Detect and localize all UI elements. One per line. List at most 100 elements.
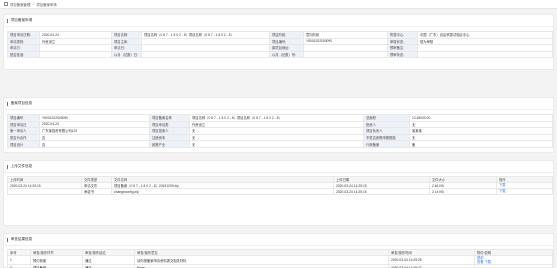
filing-info-value: Y5001202000090 — [39, 114, 150, 122]
attachments-title: 上传文件信息 — [4, 161, 553, 173]
basic-info-label: 项目名称: — [111, 31, 142, 39]
review-row: 1 预约到案 通过 请你按备案申请资料提交相关材料 2020-03-04 14:25:2… — [7, 254, 553, 266]
filing-info-label: 项目设计 — [7, 140, 40, 148]
filing-info-label: 行政备案 — [363, 140, 410, 148]
home-icon[interactable] — [4, 2, 8, 6]
basic-info-label: 预审备注: — [387, 44, 418, 52]
attachment-row: 承诺书 changeconfig.zip 2020-03-24 14:25:15 2.… — [7, 188, 553, 195]
review-cell: 2020-03-04 14:25:25 — [388, 254, 475, 266]
filing-info-row: 项目编号 Y5001202000090 项目备案名称 项目名称（0 8 7 - 1 8… — [7, 114, 553, 122]
download-link[interactable]: 查看 下载 — [477, 260, 491, 264]
basic-info-value — [141, 44, 270, 52]
review-cell: 请你按备案申请资料提交相关材料 — [134, 254, 389, 266]
basic-info-value — [39, 50, 112, 59]
filing-info-row: 是否为合作否注册资本无不是否参照申报框架无 — [7, 133, 553, 142]
filing-info-label: 项目负责人 — [363, 127, 410, 135]
filing-info-value: 无 — [189, 127, 364, 135]
basic-info-value: Y5001202000090 — [303, 37, 388, 46]
basic-info-table: 项目申请日期: 2020-04-24 项目名称: 项目名称（0 8 7 - 1 8 0… — [7, 31, 553, 59]
basic-info-value: 项目名称（0 8 7 - 1 8 0 2 - 8）项目名称（0 8 7 - 1 … — [141, 31, 270, 39]
basic-info-label: 项目阶段: — [269, 31, 304, 39]
basic-info-label: 项目编号: — [269, 37, 304, 46]
basic-info-label: 申请方: — [7, 44, 40, 52]
filing-info-row: 第一申请人 广东某投资有限公司123 项目投资人无项目负责人 某某某 — [7, 127, 553, 135]
filing-info-value: 否 — [39, 140, 150, 148]
basic-info-label: 以月（记数）日: — [111, 50, 142, 59]
attachments-table: 上传时间 文件类型 文件名称 上传日期 文件大小 操作 2020-03-24 14:25:… — [7, 176, 553, 195]
filing-info-label: 总面积 — [363, 114, 410, 122]
basic-info-label: 原项目地址: — [269, 44, 304, 52]
attachment-cell: 2.14 KB — [429, 188, 497, 195]
basic-info-value — [417, 50, 553, 59]
attachment-cell: 承诺书 — [81, 188, 112, 195]
filing-info-label: 注册资本 — [149, 133, 190, 142]
title-accent — [7, 237, 9, 242]
basic-info-label: 以月（记数）号: — [269, 50, 304, 59]
filing-info-row: 项目申请日 2020-04-24 项目申请类 外资设立 投资人无 — [7, 120, 553, 129]
basic-info-label: 申请日: — [111, 44, 142, 52]
filing-info-value: 2020-04-24 — [39, 120, 150, 129]
breadcrumb-separator: > — [32, 2, 35, 6]
attachment-cell — [7, 188, 82, 195]
basic-info-value: 外资设立 — [39, 37, 112, 46]
attachment-cell: 下载 — [496, 188, 553, 195]
filing-info-value: 外资设立 — [189, 120, 364, 129]
basic-info-row: 项目申请日期: 2020-04-24 项目名称: 项目名称（0 8 7 - 1 8 0… — [7, 31, 553, 39]
filing-info-label: 项目申请类 — [149, 120, 190, 129]
basic-info-value — [39, 44, 112, 52]
filing-info-value: 12.45000.00 — [409, 114, 553, 122]
filing-info-value: 否 — [39, 133, 150, 142]
filing-info-title: 备案项目信息 — [4, 98, 553, 110]
review-card: 审查结果信息 序号 审查/操作环节 审查/操作结论 审查/操作意见 审查/操作时间 附件/… — [3, 233, 554, 268]
basic-info-row: 是否批准: 以月（记数）日: 以月（记数）号: 预审状态: — [7, 50, 553, 59]
filing-info-value: 备 — [409, 140, 553, 148]
title-accent — [7, 101, 9, 106]
title-accent — [7, 164, 9, 169]
basic-info-card: 项目备案申请 项目申请日期: 2020-04-24 项目名称: 项目名称（0 8 7 … — [3, 14, 554, 70]
filing-info-label: 政策产业 — [149, 140, 190, 148]
filing-info-value: 广东某投资有限公司123 — [39, 127, 150, 135]
filing-info-value: 无 — [409, 120, 553, 129]
filing-info-label: 投资人 — [363, 120, 410, 129]
basic-info-title: 项目备案申请 — [4, 15, 553, 27]
filing-info-label: 项目申请日 — [7, 120, 40, 129]
basic-info-value — [417, 44, 553, 52]
filing-info-label: 不是否参照申报框架 — [363, 133, 410, 142]
filing-info-value: 无 — [409, 133, 553, 142]
basic-info-value: 中国（广东）自由贸易试验区中心 — [417, 31, 553, 39]
review-title: 审查结果信息 — [4, 234, 553, 246]
basic-info-label: 所属中心: — [387, 31, 418, 39]
filing-info-table: 项目编号 Y5001202000090 项目备案名称 项目名称（0 8 7 - 1 8… — [7, 114, 553, 148]
review-table: 序号 审查/操作环节 审查/操作结论 审查/操作意见 审查/操作时间 附件/说明 1 预约到… — [7, 249, 553, 268]
filing-info-label: 是否为合作 — [7, 133, 40, 142]
filing-info-label: 项目编号 — [7, 114, 40, 122]
download-link[interactable]: 下载 — [499, 190, 506, 194]
filing-info-row: 项目设计否政策产业无行政备案备 — [7, 140, 553, 148]
basic-info-row: 申请方: 申请日: 原项目地址: 预审备注: — [7, 44, 553, 52]
basic-info-value — [303, 50, 388, 59]
basic-info-value: 现为审核 — [417, 37, 553, 46]
basic-info-value: 意向阶段 — [303, 31, 388, 39]
breadcrumb: 项目备案管理 > 项目备案申请 — [0, 0, 557, 9]
basic-info-label: 项目申请日期: — [7, 31, 40, 39]
filing-info-value: 项目名称（0 8 7 - 1 8 0 2 - 8）项目名称（0 8 7 - 1 … — [189, 114, 364, 122]
review-cell: 1 — [7, 254, 31, 266]
basic-info-value — [141, 50, 270, 59]
filing-info-value: 某某某 — [409, 127, 553, 135]
attachment-cell: 2020-03-24 14:25:15 — [333, 188, 430, 195]
title-accent — [7, 18, 9, 23]
download-link[interactable]: 下载 — [499, 184, 506, 188]
attachments-card: 上传文件信息 上传时间 文件类型 文件名称 上传日期 文件大小 操作 2020-03-24… — [3, 160, 554, 226]
basic-info-value — [303, 44, 388, 52]
basic-info-label: 预审状态: — [387, 50, 418, 59]
filing-info-label: 第一申请人 — [7, 127, 40, 135]
review-cell: 通过 — [82, 254, 135, 266]
breadcrumb-parent[interactable]: 项目备案管理 — [10, 2, 30, 7]
review-cell: 提前 查看 下载 — [474, 254, 553, 266]
attachment-cell: changeconfig.zip — [111, 188, 334, 195]
basic-info-row: 申请类别: 外资设立 项目主体: 项目编号: Y5001202000090 审核状态: 现为… — [7, 37, 553, 46]
filing-info-value: 无 — [189, 140, 364, 148]
basic-info-value — [141, 37, 270, 46]
basic-info-label: 是否批准: — [7, 50, 40, 59]
breadcrumb-current: 项目备案申请 — [36, 2, 57, 7]
